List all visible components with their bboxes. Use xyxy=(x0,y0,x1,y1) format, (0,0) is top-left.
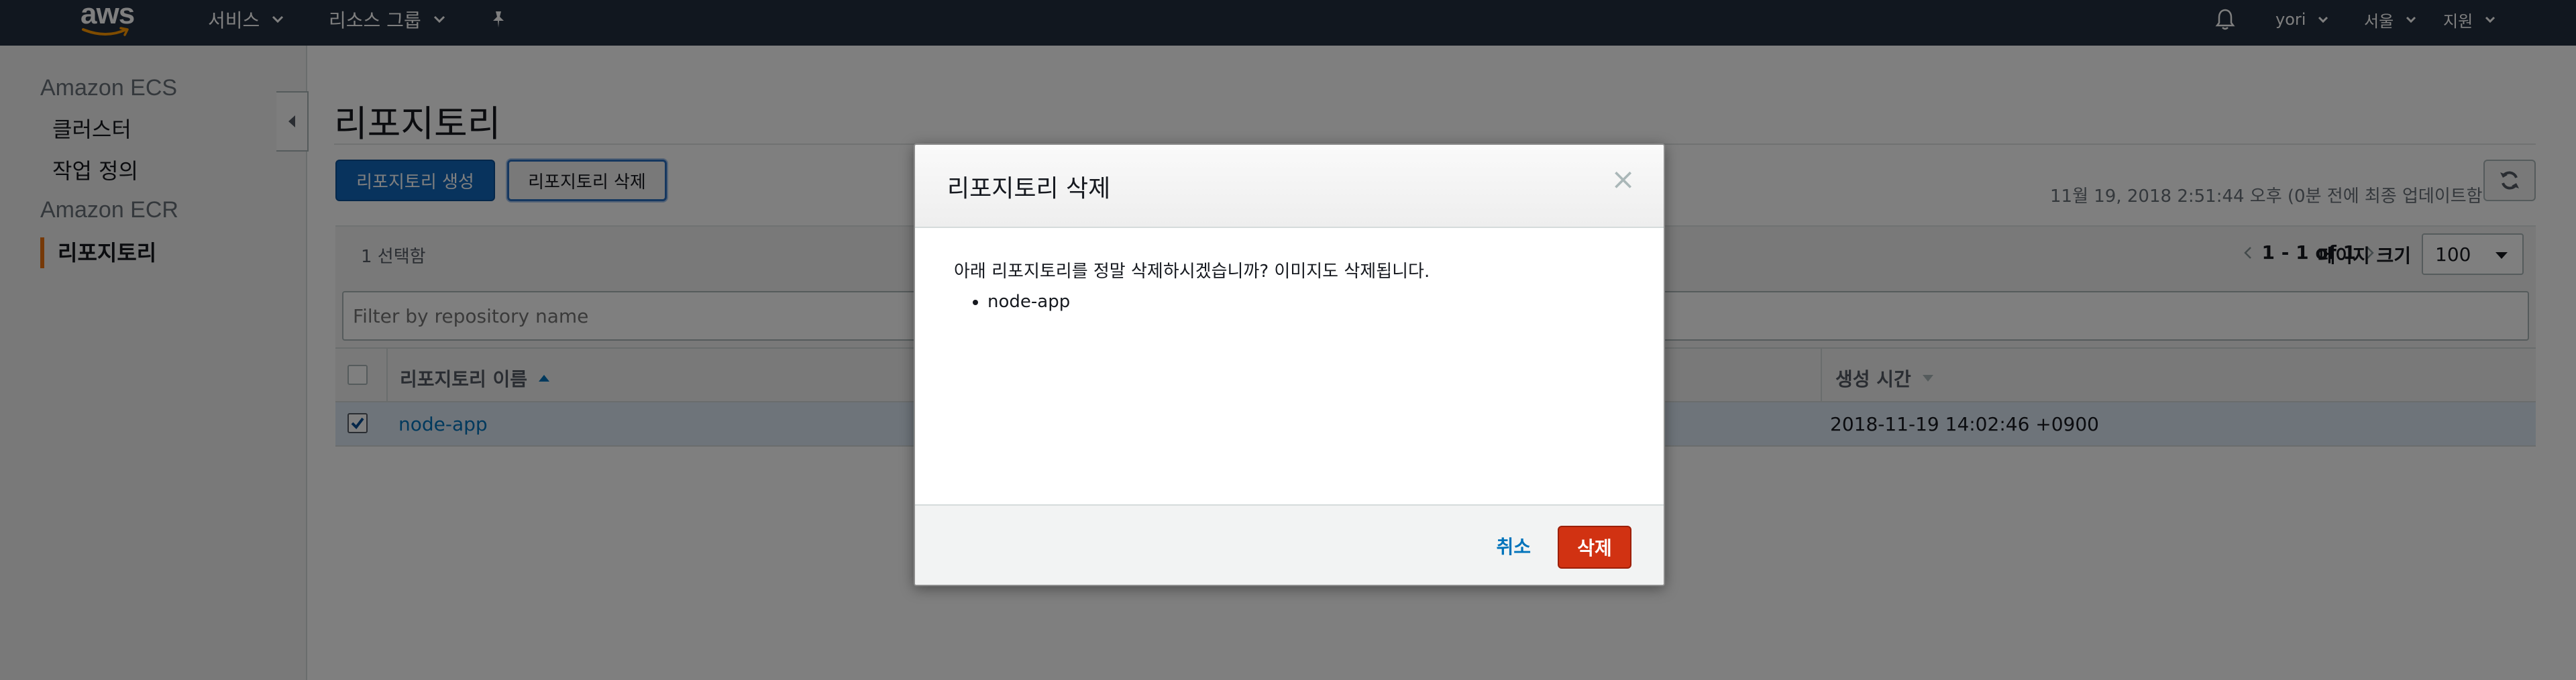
dialog-message: 아래 리포지토리를 정말 삭제하시겠습니까? 이미지도 삭제됩니다. xyxy=(954,262,1430,282)
dialog-footer: 취소 삭제 xyxy=(915,504,1664,585)
list-item: node-app xyxy=(987,292,1430,312)
dialog-body: 아래 리포지토리를 정말 삭제하시겠습니까? 이미지도 삭제됩니다. node-… xyxy=(954,258,1430,312)
dialog-header: 리포지토리 삭제 × xyxy=(915,145,1664,228)
dialog-title: 리포지토리 삭제 xyxy=(947,175,1111,203)
delete-repository-dialog: 리포지토리 삭제 × 아래 리포지토리를 정말 삭제하시겠습니까? 이미지도 삭… xyxy=(914,144,1665,586)
cancel-button[interactable]: 취소 xyxy=(1496,532,1531,559)
dialog-item-list: node-app xyxy=(987,292,1430,312)
confirm-delete-button[interactable]: 삭제 xyxy=(1558,526,1631,569)
close-icon[interactable]: × xyxy=(1611,165,1635,194)
